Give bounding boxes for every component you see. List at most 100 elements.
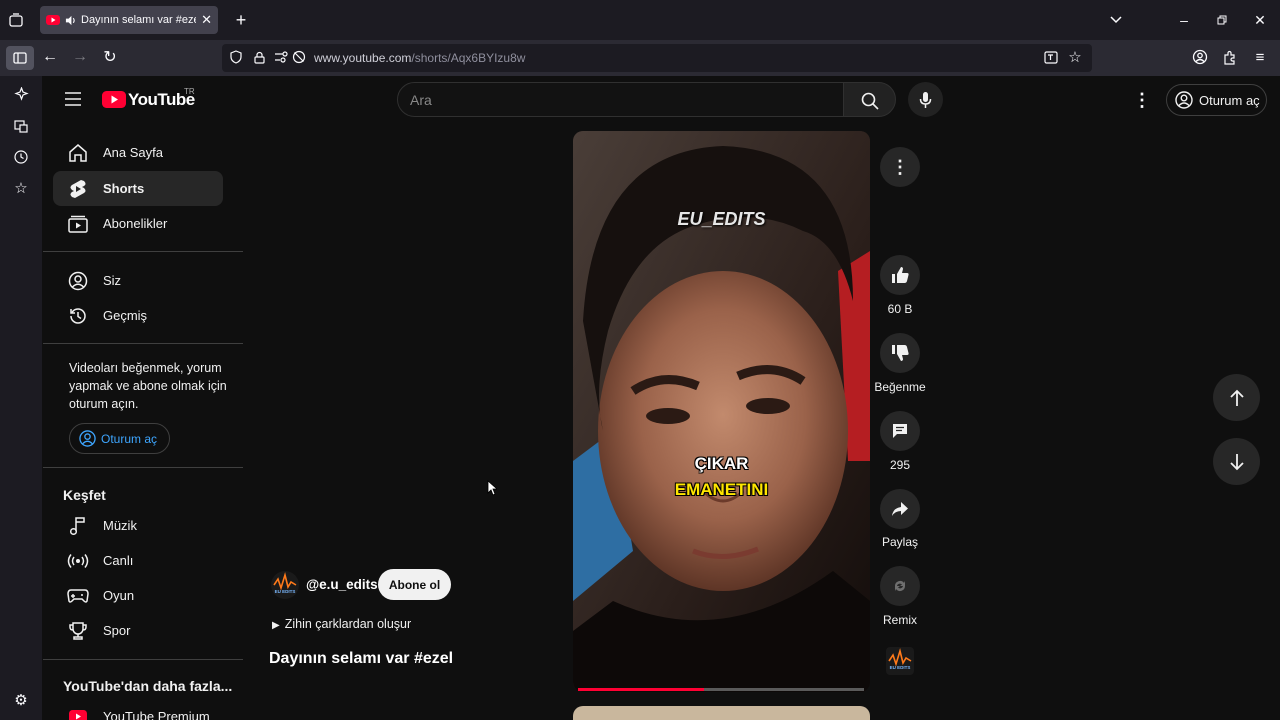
dislike-label: Beğenme xyxy=(874,380,926,394)
video-progress-bar[interactable] xyxy=(578,688,864,691)
history-icon xyxy=(70,307,86,324)
short-video-player[interactable]: EU_EDITS ÇIKAR EMANETINI xyxy=(573,131,870,692)
sidebar-item-home[interactable]: Ana Sayfa xyxy=(53,135,223,170)
search-button[interactable] xyxy=(843,82,896,117)
permissions-icon[interactable] xyxy=(274,50,288,64)
browser-tab-active[interactable]: Dayının selamı var #ezel - Y ✕ xyxy=(40,6,218,34)
subscribe-button[interactable]: Abone ol xyxy=(378,569,451,600)
sidebar-item-sports[interactable]: Spor xyxy=(53,613,223,648)
url-path: /shorts/Aqx6BYIzu8w xyxy=(411,51,526,65)
sidebar-item-youtube-premium[interactable]: YouTube Premium xyxy=(53,702,223,720)
remix-icon xyxy=(895,581,905,591)
dislike-button[interactable] xyxy=(880,333,920,373)
microphone-icon xyxy=(919,92,932,108)
live-icon xyxy=(67,553,89,568)
music-icon xyxy=(69,516,85,535)
sidebar-divider xyxy=(43,467,243,468)
sidebar-item-label: YouTube Premium xyxy=(103,709,210,720)
more-vertical-icon: ⋮ xyxy=(891,156,909,177)
share-label: Paylaş xyxy=(881,535,919,549)
close-window-icon[interactable]: ✕ xyxy=(1252,12,1268,28)
youtube-favicon-icon xyxy=(46,15,60,25)
arrow-up-icon xyxy=(1229,389,1244,406)
channel-name[interactable]: @e.u_edits xyxy=(306,577,378,592)
channel-avatar[interactable]: EU EDITS xyxy=(271,571,299,599)
sidebar-item-shorts[interactable]: Shorts xyxy=(53,171,223,206)
translate-icon[interactable] xyxy=(1043,50,1059,64)
sidebar-item-you[interactable]: Siz xyxy=(53,263,223,298)
subscriptions-icon xyxy=(68,215,88,233)
tab-close-icon[interactable]: ✕ xyxy=(201,12,212,28)
expand-arrow-icon: ▶ xyxy=(272,620,280,631)
account-icon[interactable] xyxy=(1192,49,1208,65)
previous-short-button[interactable] xyxy=(1213,374,1260,421)
app-menu-icon[interactable]: ≡ xyxy=(1252,49,1268,66)
sidebar-item-label: Abonelikler xyxy=(103,216,168,231)
home-icon xyxy=(69,143,87,162)
forward-icon[interactable]: → xyxy=(72,48,88,65)
autoplay-blocked-icon[interactable] xyxy=(292,50,306,64)
synced-tabs-icon[interactable] xyxy=(13,118,29,134)
youtube-logo-icon[interactable] xyxy=(102,91,126,108)
sidebar-item-subscriptions[interactable]: Abonelikler xyxy=(53,206,223,241)
back-icon[interactable]: ← xyxy=(42,48,58,65)
caption-line-1: ÇIKAR xyxy=(694,454,749,473)
share-button[interactable] xyxy=(880,489,920,529)
new-tab-icon[interactable]: + xyxy=(233,10,249,30)
tab-title: Dayının selamı var #ezel - Y xyxy=(81,14,196,26)
tab-list-icon[interactable] xyxy=(8,12,24,28)
mouse-cursor xyxy=(487,480,499,496)
sidebar-item-gaming[interactable]: Oyun xyxy=(53,578,223,613)
lock-icon[interactable] xyxy=(253,50,265,64)
settings-more-icon[interactable]: ⋮ xyxy=(1133,90,1151,110)
next-short-button[interactable] xyxy=(1213,438,1260,485)
youtube-premium-icon xyxy=(69,710,87,720)
channel-logo-icon xyxy=(888,648,912,667)
sidebar-divider xyxy=(43,343,243,344)
gaming-icon xyxy=(67,588,89,603)
ai-chatbot-icon[interactable] xyxy=(13,86,29,102)
channel-avatar-text: EU EDITS xyxy=(274,589,296,594)
sidebar-signin-button[interactable]: Oturum aç xyxy=(69,423,170,454)
more-actions-button[interactable]: ⋮ xyxy=(880,147,920,187)
sidebar-toggle-icon[interactable] xyxy=(6,46,34,70)
explore-section-title: Keşfet xyxy=(63,487,106,503)
guide-menu-icon[interactable] xyxy=(63,90,83,108)
sidebar-divider xyxy=(43,659,243,660)
sidebar-item-live[interactable]: Canlı xyxy=(53,543,223,578)
minimize-icon[interactable]: – xyxy=(1176,12,1192,28)
bookmarks-sidebar-icon[interactable]: ☆ xyxy=(13,180,29,197)
bookmark-star-icon[interactable]: ☆ xyxy=(1067,49,1083,66)
audio-playing-icon[interactable] xyxy=(65,15,76,26)
like-button[interactable] xyxy=(880,255,920,295)
restore-icon[interactable] xyxy=(1214,12,1230,28)
voice-search-button[interactable] xyxy=(908,82,943,117)
sidebar-item-music[interactable]: Müzik xyxy=(53,508,223,543)
sidebar-item-history[interactable]: Geçmiş xyxy=(53,298,223,333)
url-host: www.youtube.com xyxy=(314,51,412,65)
sidebar-item-label: Oyun xyxy=(103,588,135,603)
signin-label: Oturum aç xyxy=(1199,92,1260,108)
short-title[interactable]: Dayının selamı var #ezel xyxy=(269,650,453,668)
search-input[interactable]: Ara xyxy=(397,82,844,117)
list-all-tabs-icon[interactable] xyxy=(1108,12,1124,28)
reload-icon[interactable]: ↻ xyxy=(102,49,118,66)
signin-button[interactable]: Oturum aç xyxy=(1166,84,1267,116)
url-text[interactable]: www.youtube.com/shorts/Aqx6BYIzu8w xyxy=(314,51,525,65)
caption-line-2: EMANETINI xyxy=(674,480,769,499)
sidebar-signin-label: Oturum aç xyxy=(101,431,158,446)
customize-sidebar-gear-icon[interactable]: ⚙ xyxy=(13,692,29,709)
sidebar-item-label: Siz xyxy=(103,273,122,288)
user-icon xyxy=(68,271,88,290)
comments-button[interactable] xyxy=(880,411,920,451)
sound-source-text: EU EDITS xyxy=(889,665,911,670)
remix-button[interactable] xyxy=(880,566,920,606)
tracking-protection-icon[interactable] xyxy=(229,50,243,64)
comment-count: 295 xyxy=(889,458,911,472)
sound-source-thumbnail[interactable]: EU EDITS xyxy=(886,647,914,675)
next-short-thumbnail[interactable] xyxy=(573,706,870,720)
browser-sidebar xyxy=(0,76,42,720)
extensions-icon[interactable] xyxy=(1222,49,1238,65)
history-sidebar-icon[interactable] xyxy=(13,149,29,165)
description-toggle[interactable]: ▶ Zihin çarklardan oluşur xyxy=(272,617,411,631)
